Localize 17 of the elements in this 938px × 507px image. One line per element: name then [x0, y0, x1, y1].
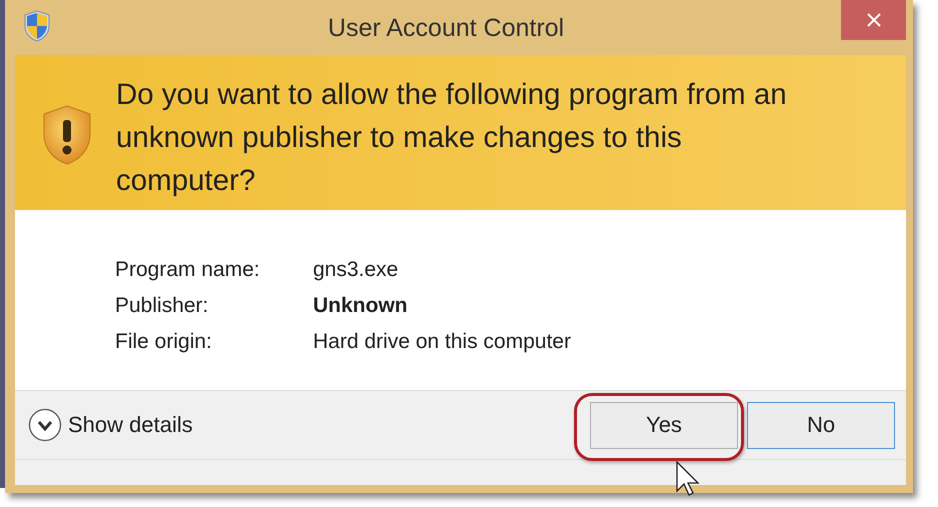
detail-label: Program name:	[115, 257, 261, 283]
window-title: User Account Control	[326, 13, 566, 43]
mouse-pointer-icon	[676, 460, 702, 496]
detail-value: gns3.exe	[313, 257, 400, 283]
detail-label: File origin:	[115, 329, 213, 355]
dialog-button[interactable]: No	[747, 402, 895, 448]
shield-icon	[23, 10, 51, 42]
detail-label: Publisher:	[115, 293, 210, 319]
close-button[interactable]	[841, 0, 906, 40]
prompt-question: Do you want to allow the following program from an unknown publisher to make changes to this computer?	[116, 77, 788, 199]
chevron-down-icon	[28, 408, 62, 442]
detail-value: Hard drive on this computer	[313, 329, 572, 355]
detail-value: Unknown	[313, 293, 408, 319]
warning-shield-icon	[41, 104, 93, 166]
show-details-toggle[interactable]: Show details	[28, 408, 193, 442]
dialog-button[interactable]: Yes	[590, 402, 738, 448]
close-icon	[866, 12, 882, 28]
